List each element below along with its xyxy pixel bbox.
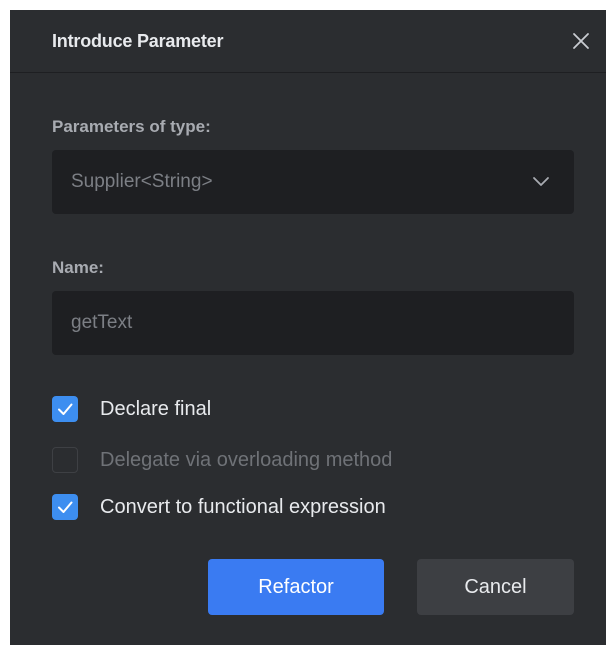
name-field-label: Name: — [52, 258, 104, 277]
introduce-parameter-dialog: Introduce Parameter Parameters of type: … — [10, 10, 606, 645]
chevron-down-icon — [533, 177, 549, 186]
declare-final-option[interactable]: Declare final — [52, 393, 211, 425]
type-field-label: Parameters of type: — [52, 117, 211, 136]
dialog-title: Introduce Parameter — [52, 31, 224, 51]
convert-functional-checkbox[interactable] — [52, 494, 78, 520]
close-icon — [573, 33, 589, 49]
name-input[interactable]: getText — [52, 291, 574, 355]
delegate-overloading-checkbox — [52, 447, 78, 473]
declare-final-label: Declare final — [100, 397, 212, 420]
type-select-value: Supplier<String> — [71, 171, 213, 192]
delegate-overloading-option: Delegate via overloading method — [52, 444, 392, 476]
delegate-overloading-label: Delegate via overloading method — [100, 448, 393, 471]
dialog-titlebar: Introduce Parameter — [10, 10, 606, 73]
type-select[interactable]: Supplier<String> — [52, 150, 574, 214]
checkmark-icon — [58, 403, 73, 415]
close-button[interactable] — [566, 26, 596, 56]
convert-functional-option[interactable]: Convert to functional expression — [52, 491, 386, 523]
checkmark-icon — [58, 501, 73, 513]
cancel-button[interactable]: Cancel — [417, 559, 574, 615]
declare-final-checkbox[interactable] — [52, 396, 78, 422]
name-input-value: getText — [71, 312, 133, 333]
convert-functional-label: Convert to functional expression — [100, 495, 386, 518]
refactor-button[interactable]: Refactor — [208, 559, 384, 615]
